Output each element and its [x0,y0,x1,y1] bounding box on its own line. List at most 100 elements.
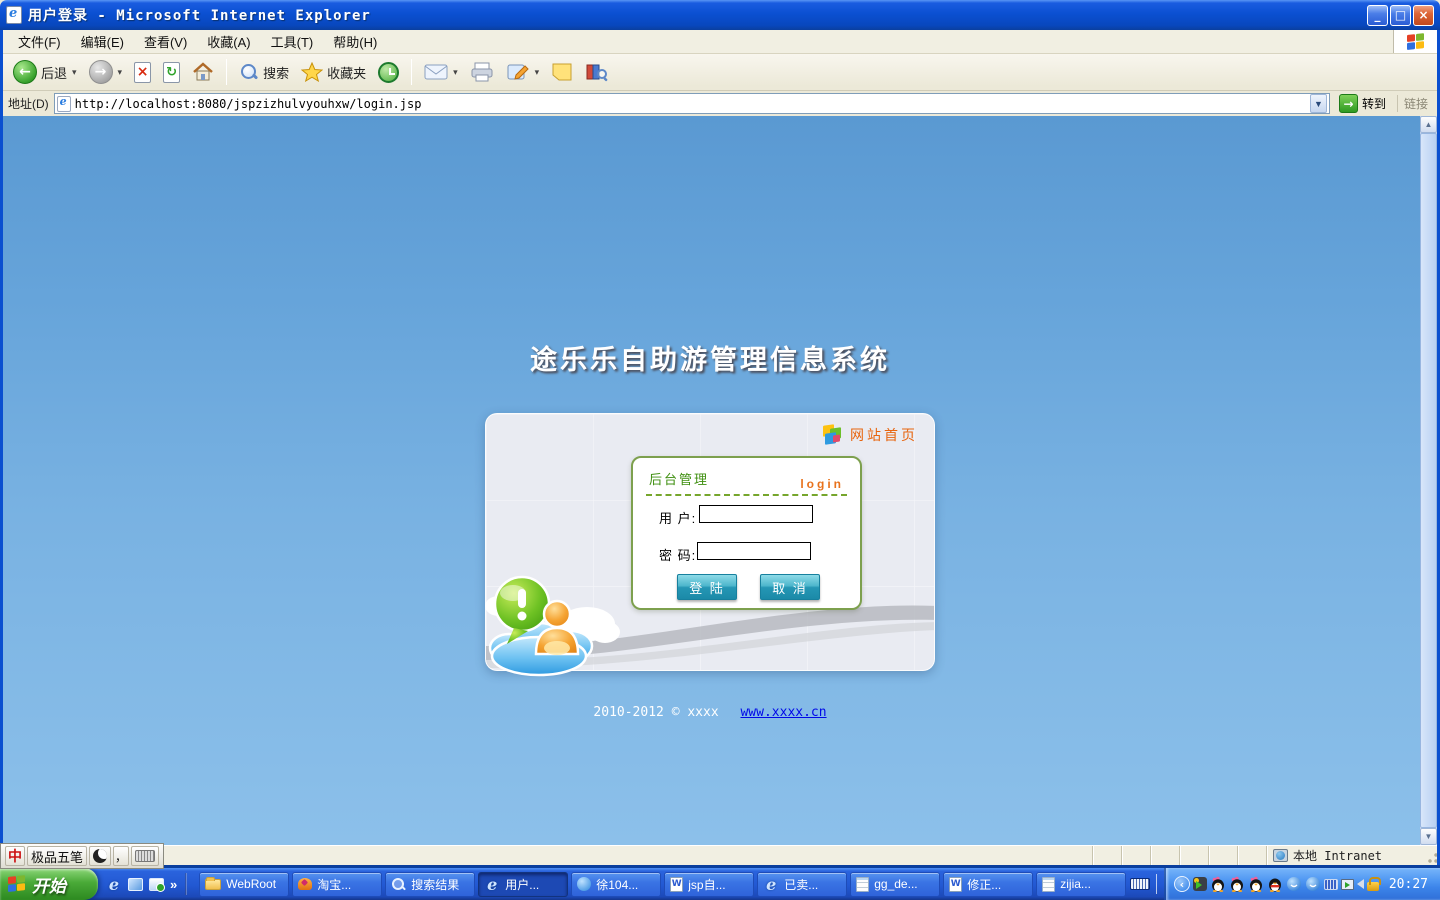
menu-view[interactable]: 查看(V) [134,29,197,54]
quick-launch-mail-icon[interactable] [149,878,164,891]
tray-collapse-chevron[interactable]: ‹ [1174,876,1190,892]
task-search-results[interactable]: 搜索结果 [385,872,475,897]
fetion-face-icon[interactable] [1305,876,1321,892]
address-bar: 地址(D) http://localhost:8080/jspzizhulvyo… [0,91,1440,116]
start-button[interactable]: 开始 [0,868,98,900]
fetion-face-icon[interactable] [1286,876,1302,892]
task-taobao[interactable]: 淘宝... [292,872,382,897]
qq-penguin-icon[interactable] [1229,876,1245,892]
cancel-button[interactable]: 取 消 [760,574,820,600]
go-button[interactable]: → 转到 [1335,93,1390,114]
forward-icon: → [89,60,113,84]
address-url[interactable]: http://localhost:8080/jspzizhulvyouhxw/l… [75,97,422,111]
task-zijia-notepad[interactable]: zijia... [1036,872,1126,897]
username-input[interactable] [699,505,813,523]
login-form-box: 后台管理 login 用 户: 密 码: 登 陆 取 消 [631,456,862,610]
maximize-button[interactable]: □ [1390,5,1411,26]
site-home-link[interactable]: 网站首页 [821,424,918,446]
quick-launch-bar: e » [98,868,195,900]
status-pane [1179,846,1208,865]
quick-launch-overflow-chevron[interactable]: » [170,877,177,892]
toolbar-separator [226,59,227,85]
discuss-button[interactable] [546,60,578,84]
scroll-up-icon[interactable]: ▲ [1420,116,1437,133]
minimize-button[interactable]: _ [1367,5,1388,26]
task-manager-tray-icon[interactable] [1341,879,1354,890]
close-button[interactable]: × [1413,5,1434,26]
task-sold-items[interactable]: e 已卖... [757,872,847,897]
home-button[interactable] [187,60,219,84]
stop-button[interactable]: × [129,60,156,85]
search-button[interactable]: 搜索 [234,60,294,84]
edit-button[interactable]: ▾ [501,60,545,84]
search-icon [239,62,259,82]
taskbar-keyboard-button[interactable] [1130,868,1150,900]
login-subtitle: login [800,477,844,491]
menu-tools[interactable]: 工具(T) [261,29,324,54]
address-input[interactable]: http://localhost:8080/jspzizhulvyouhxw/l… [54,93,1330,114]
browser-window: 用户登录 - Microsoft Internet Explorer _ □ ×… [0,0,1440,900]
printer-icon [470,62,494,82]
quick-launch-ie-icon[interactable]: e [106,875,122,894]
volume-icon[interactable] [1357,879,1364,889]
window-title: 用户登录 - Microsoft Internet Explorer [28,5,371,25]
task-qq-chat[interactable]: 徐104... [571,872,661,897]
language-bar: 中 极品五笔 ， [0,843,164,869]
task-webroot[interactable]: WebRoot [199,872,289,897]
task-xiuzheng-doc[interactable]: 修正... [943,872,1033,897]
qq-penguin-scarf-icon[interactable] [1267,876,1283,892]
scrollbar-thumb[interactable] [1420,133,1437,828]
task-user-login-active[interactable]: e 用户... [478,872,568,897]
task-gg-de-notepad[interactable]: gg_de... [850,872,940,897]
task-label: WebRoot [226,877,276,891]
login-button[interactable]: 登 陆 [677,574,737,600]
qq-penguin-icon[interactable] [1248,876,1264,892]
page-footer: 2010-2012 © xxxx www.xxxx.cn [0,705,1420,720]
research-button[interactable] [580,60,614,84]
mail-dropdown-icon[interactable]: ▾ [453,67,458,78]
address-label: 地址(D) [8,95,49,112]
links-label[interactable]: 链接 [1397,95,1436,112]
scroll-down-icon[interactable]: ▼ [1420,828,1437,845]
status-pane [1208,846,1237,865]
fullwidth-toggle[interactable] [89,846,111,866]
title-bar[interactable]: 用户登录 - Microsoft Internet Explorer _ □ × [0,0,1440,30]
password-input[interactable] [697,542,811,560]
edit-dropdown-icon[interactable]: ▾ [535,67,540,78]
windows-logo-throbber [1393,30,1437,53]
chinese-indicator[interactable]: 中 [5,846,25,866]
note-icon [551,62,573,82]
mail-button[interactable]: ▾ [419,61,463,83]
back-button[interactable]: ← 后退 ▾ [8,58,82,86]
history-button[interactable] [373,60,404,85]
forward-dropdown-icon[interactable]: ▾ [118,67,123,78]
clock[interactable]: 20:27 [1389,877,1428,892]
refresh-button[interactable]: ↻ [158,60,185,85]
task-jsp-doc[interactable]: jsp自... [664,872,754,897]
security-lock-icon[interactable] [1367,882,1379,891]
media-app-tray-icon[interactable] [1193,877,1207,891]
ime-name-button[interactable]: 极品五笔 [27,846,87,866]
username-label: 用 户: [659,508,696,527]
forward-button[interactable]: → ▾ [84,58,128,86]
menu-file[interactable]: 文件(F) [8,29,71,54]
menu-help[interactable]: 帮助(H) [323,29,387,54]
favorites-button[interactable]: 收藏夹 [296,60,371,84]
stop-icon: × [134,62,151,83]
menu-bar: 文件(F) 编辑(E) 查看(V) 收藏(A) 工具(T) 帮助(H) [0,30,1440,54]
site-url-link[interactable]: www.xxxx.cn [740,705,826,720]
vertical-scrollbar[interactable]: ▲ ▼ [1420,116,1437,845]
address-dropdown-icon[interactable]: ▼ [1310,94,1327,113]
navigation-toolbar: ← 后退 ▾ → ▾ × ↻ 搜索 [0,54,1440,91]
show-desktop-icon[interactable] [128,878,143,891]
punctuation-toggle[interactable]: ， [113,846,129,866]
qq-penguin-icon[interactable] [1210,876,1226,892]
soft-keyboard-button[interactable] [131,846,159,866]
input-method-tray-icon[interactable] [1324,879,1338,890]
print-button[interactable] [465,60,499,84]
back-dropdown-icon[interactable]: ▾ [72,67,77,78]
search-label: 搜索 [263,63,289,82]
menu-favorites[interactable]: 收藏(A) [197,29,260,54]
menu-edit[interactable]: 编辑(E) [71,29,134,54]
start-label: 开始 [32,872,66,897]
